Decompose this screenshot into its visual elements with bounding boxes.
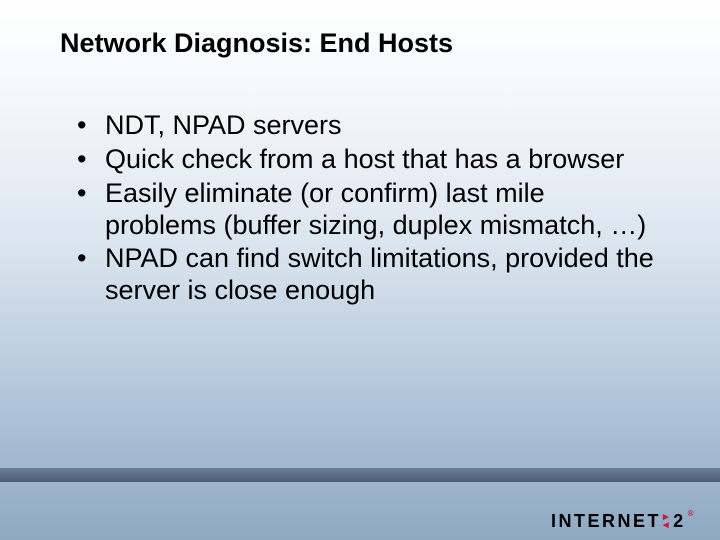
arrow-left-icon: ◂ (663, 521, 671, 529)
bullet-list: NDT, NPAD servers Quick check from a hos… (75, 110, 655, 309)
list-item: NDT, NPAD servers (75, 110, 655, 142)
logo-text: INTERNET ▸ ◂ 2 ® (551, 511, 696, 532)
logo-arrows-icon: ▸ ◂ (663, 513, 671, 529)
list-item: NPAD can find switch limitations, provid… (75, 243, 655, 307)
list-item: Quick check from a host that has a brows… (75, 144, 655, 176)
logo-word-left: INTERNET (551, 511, 661, 532)
footer-divider (0, 468, 720, 482)
slide: Network Diagnosis: End Hosts NDT, NPAD s… (0, 0, 720, 540)
slide-title: Network Diagnosis: End Hosts (60, 28, 660, 59)
logo-word-right: 2 (673, 511, 686, 532)
registered-icon: ® (688, 509, 696, 518)
internet2-logo: INTERNET ▸ ◂ 2 ® (551, 511, 696, 532)
list-item: Easily eliminate (or confirm) last mile … (75, 178, 655, 242)
